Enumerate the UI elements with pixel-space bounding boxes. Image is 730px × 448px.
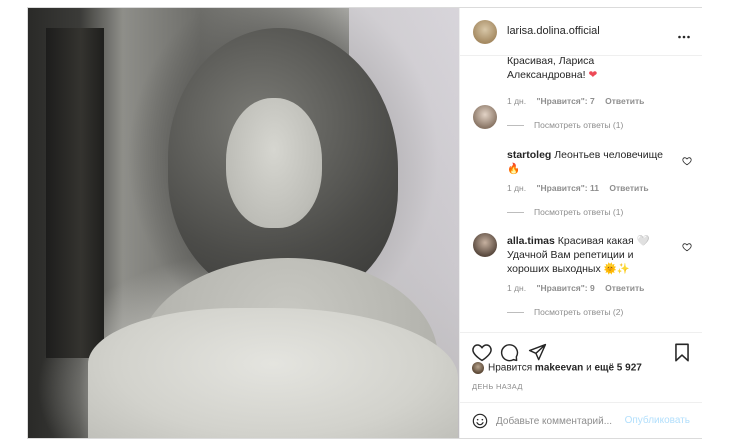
liker-avatar[interactable] [472, 362, 484, 374]
more-horizontal-icon[interactable] [678, 26, 690, 44]
comment-text-line: Александровна! [507, 69, 586, 81]
emoji-smiley-icon[interactable] [472, 413, 488, 434]
reply-button[interactable]: Ответить [605, 96, 644, 106]
replies-divider [507, 312, 524, 314]
author-avatar[interactable] [473, 20, 497, 44]
add-comment-form: Опубликовать [460, 402, 702, 438]
like-comment-heart-icon[interactable] [682, 153, 692, 171]
photo-doorway [46, 28, 104, 358]
comment-input[interactable] [496, 412, 626, 430]
comment-text-line: Красивая какая 🤍 [557, 235, 650, 247]
comments-list[interactable]: Красивая, Лариса Александровна! ❤ 1 дн. … [460, 56, 702, 332]
comment-text: Леонтьев человечище [554, 149, 663, 161]
replies-divider [507, 212, 524, 214]
reply-button[interactable]: Ответить [609, 183, 648, 193]
commenter-avatar[interactable] [473, 105, 497, 129]
liker-username[interactable]: makeevan [535, 363, 583, 374]
comment-time[interactable]: 1 дн. [507, 183, 526, 193]
comment-username[interactable]: startoleg [507, 149, 551, 161]
commenter-avatar[interactable] [473, 233, 497, 257]
comment-username[interactable]: alla.timas [507, 235, 555, 247]
comment-likes[interactable]: "Нравится": 11 [536, 183, 598, 193]
publish-button[interactable]: Опубликовать [625, 415, 690, 426]
photo-dress [88, 308, 458, 438]
comment-time[interactable]: 1 дн. [507, 96, 526, 106]
comment-likes[interactable]: "Нравится": 9 [536, 283, 594, 293]
heart-emoji: ❤ [588, 69, 598, 81]
fire-emoji: 🔥 [507, 163, 521, 175]
likes-count-button[interactable]: ещё 5 927 [594, 363, 641, 374]
view-replies-button[interactable]: Посмотреть ответы (1) [507, 207, 623, 217]
comment-text-line: Красивая, Лариса [507, 56, 595, 67]
like-comment-heart-icon[interactable] [682, 239, 692, 257]
view-replies-button[interactable]: Посмотреть ответы (1) [507, 120, 623, 130]
post-dialog: larisa.dolina.official Красивая, Лариса … [27, 7, 702, 439]
comment-text-line: Удачной Вам репетиции и [507, 249, 634, 261]
author-username[interactable]: larisa.dolina.official [507, 25, 600, 37]
post-photo[interactable] [28, 8, 459, 438]
post-timestamp[interactable]: ДЕНЬ НАЗАД [472, 382, 523, 391]
bookmark-save-icon[interactable] [674, 343, 690, 367]
reply-button[interactable]: Ответить [605, 283, 644, 293]
likes-summary: Нравится makeevan и ещё 5 927 [472, 362, 642, 374]
photo-face [226, 98, 322, 228]
comment-time[interactable]: 1 дн. [507, 283, 526, 293]
view-replies-button[interactable]: Посмотреть ответы (2) [507, 307, 623, 317]
post-side-panel: larisa.dolina.official Красивая, Лариса … [459, 8, 702, 438]
post-header: larisa.dolina.official [460, 8, 702, 56]
comment-likes[interactable]: "Нравится": 7 [536, 96, 594, 106]
replies-divider [507, 125, 524, 127]
comment-text-line: хороших выходных 🌞✨ [507, 263, 630, 275]
